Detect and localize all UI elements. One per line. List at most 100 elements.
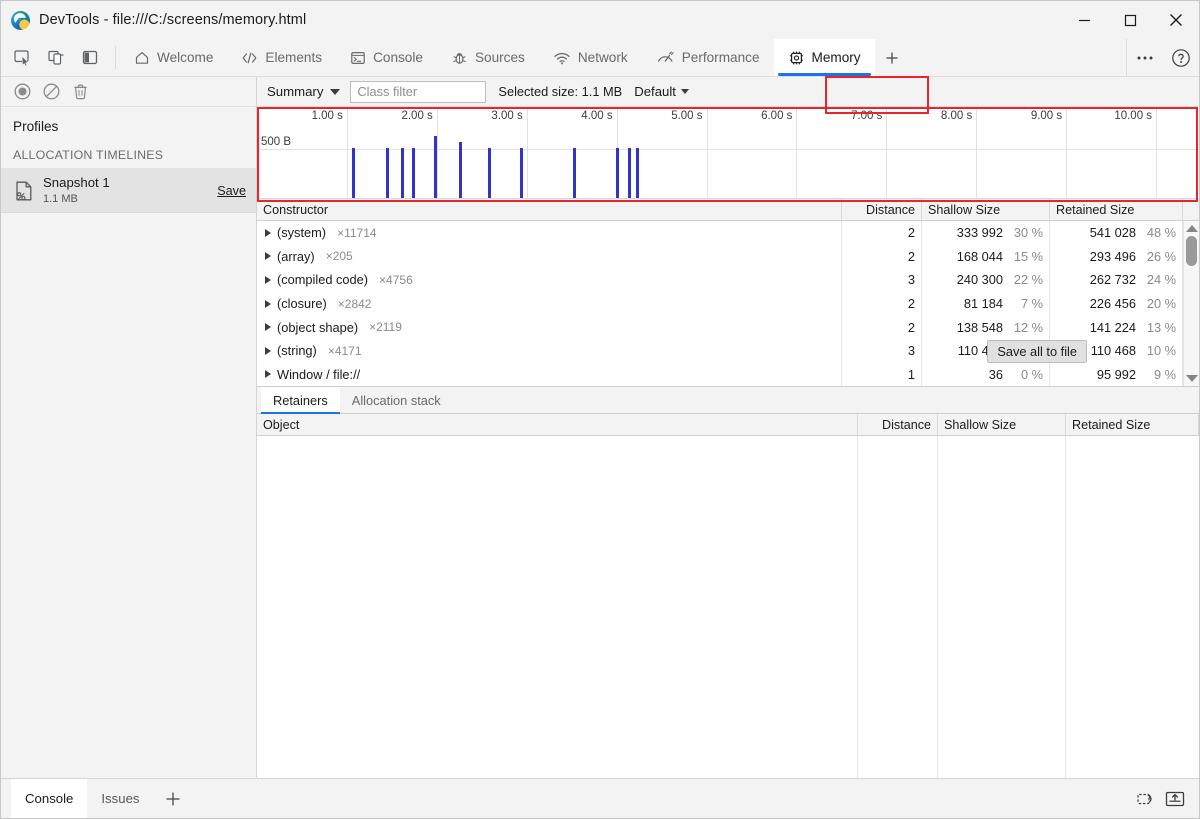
snapshot-percent-icon — [13, 179, 35, 203]
expand-triangle-icon[interactable] — [265, 229, 271, 237]
maximize-icon[interactable] — [1107, 1, 1153, 39]
chart-x-tick-label: 1.00 s — [312, 110, 347, 122]
device-toolbar-icon[interactable] — [41, 44, 71, 72]
cell-retained-size: 293 49626 % — [1050, 245, 1183, 269]
column-header-retainer-shallow-size[interactable]: Shallow Size — [938, 414, 1066, 435]
save-all-to-file-button[interactable]: Save all to file — [987, 340, 1087, 363]
table-row[interactable]: Window / file://1360 %95 9929 % — [257, 363, 1199, 387]
class-filter-input[interactable] — [350, 81, 486, 103]
tab-network[interactable]: Network — [539, 39, 642, 76]
retained-size-percent: 24 % — [1136, 272, 1176, 287]
constructor-name: (compiled code) — [277, 272, 368, 287]
devtools-window: DevTools - file:///C:/screens/memory.htm… — [0, 0, 1200, 819]
cell-retained-size: 141 22413 % — [1050, 315, 1183, 339]
tab-console[interactable]: Console — [336, 39, 437, 76]
retained-size-value: 141 224 — [1074, 320, 1136, 335]
expand-triangle-icon[interactable] — [265, 347, 271, 355]
more-options-icon[interactable] — [1127, 44, 1163, 72]
column-header-retainer-retained-size[interactable]: Retained Size — [1066, 414, 1199, 435]
constructor-name: (closure) — [277, 296, 327, 311]
tab-label: Network — [578, 50, 628, 65]
drawer-tab-console[interactable]: Console — [11, 779, 87, 818]
add-panel-button[interactable] — [875, 39, 909, 76]
constructor-grid-scrollbar[interactable] — [1183, 221, 1199, 386]
shallow-size-value: 138 548 — [941, 320, 1003, 335]
retained-size-percent: 48 % — [1136, 225, 1176, 240]
retainers-grid-body — [257, 436, 1199, 778]
scroll-up-arrow-icon[interactable] — [1186, 225, 1198, 232]
table-row[interactable]: (system)×117142333 99230 %541 02848 % — [257, 221, 1199, 245]
base-select-label: Default — [634, 84, 676, 99]
tab-label: Console — [373, 50, 423, 65]
code-brackets-icon — [241, 50, 258, 66]
chart-y-gridline — [257, 149, 1199, 150]
drawer-tab-issues[interactable]: Issues — [87, 779, 153, 818]
inspect-element-icon[interactable] — [7, 44, 37, 72]
retainers-object-column — [257, 436, 858, 778]
allocation-bar — [386, 148, 389, 198]
profile-texts: Snapshot 1 1.1 MB — [43, 175, 203, 206]
help-question-icon[interactable] — [1163, 44, 1199, 72]
scrollbar-thumb[interactable] — [1186, 236, 1197, 266]
retainers-distance-column — [858, 436, 938, 778]
cell-shallow-size: 360 % — [922, 363, 1050, 387]
cell-distance: 2 — [842, 292, 922, 316]
view-select[interactable]: Summary — [267, 84, 350, 99]
dock-panel-icon[interactable] — [75, 44, 105, 72]
cell-constructor: (string)×4171 — [257, 339, 842, 363]
minimize-icon[interactable] — [1061, 1, 1107, 39]
column-header-object[interactable]: Object — [257, 414, 858, 435]
devtools-tab-strip: Welcome Elements Console Sources — [1, 39, 1199, 77]
tab-allocation-stack[interactable]: Allocation stack — [340, 387, 453, 413]
expand-triangle-icon[interactable] — [265, 276, 271, 284]
close-icon[interactable] — [1153, 1, 1199, 39]
profile-save-link[interactable]: Save — [217, 184, 246, 198]
profile-item-snapshot-1[interactable]: Snapshot 1 1.1 MB Save — [1, 169, 256, 213]
table-row[interactable]: (object shape)×21192138 54812 %141 22413… — [257, 315, 1199, 339]
column-header-shallow-size[interactable]: Shallow Size — [922, 199, 1050, 220]
base-select[interactable]: Default — [634, 84, 689, 99]
refresh-frame-icon[interactable] — [1135, 789, 1157, 809]
constructor-count: ×11714 — [337, 226, 377, 240]
cell-retained-size: 262 73224 % — [1050, 268, 1183, 292]
trash-icon[interactable] — [71, 82, 90, 101]
cell-shallow-size: 240 30022 % — [922, 268, 1050, 292]
cell-retained-size: 541 02848 % — [1050, 221, 1183, 245]
profiles-sidebar: Profiles ALLOCATION TIMELINES Snapshot 1… — [1, 77, 257, 778]
column-header-distance[interactable]: Distance — [842, 199, 922, 220]
table-row[interactable]: (array)×2052168 04415 %293 49626 % — [257, 245, 1199, 269]
table-row[interactable]: (closure)×2842281 1847 %226 45620 % — [257, 292, 1199, 316]
tab-elements[interactable]: Elements — [227, 39, 336, 76]
chart-x-tick-label: 6.00 s — [761, 110, 796, 122]
tab-memory[interactable]: Memory — [774, 39, 875, 76]
table-row[interactable]: (compiled code)×47563240 30022 %262 7322… — [257, 268, 1199, 292]
allocation-timeline-chart[interactable]: 1.00 s2.00 s3.00 s4.00 s5.00 s6.00 s7.00… — [257, 107, 1199, 199]
retained-size-value: 293 496 — [1074, 249, 1136, 264]
record-icon[interactable] — [13, 82, 32, 101]
cell-distance: 2 — [842, 245, 922, 269]
tab-sources[interactable]: Sources — [437, 39, 539, 76]
expand-triangle-icon[interactable] — [265, 370, 271, 378]
tab-retainers[interactable]: Retainers — [261, 387, 340, 413]
title-bar: DevTools - file:///C:/screens/memory.htm… — [1, 1, 1199, 39]
clear-ban-icon[interactable] — [42, 82, 61, 101]
scroll-down-arrow-icon[interactable] — [1186, 375, 1198, 382]
drawer-right-tools — [1135, 779, 1199, 818]
column-header-constructor[interactable]: Constructor — [257, 199, 842, 220]
expand-triangle-icon[interactable] — [265, 252, 271, 260]
tab-performance[interactable]: Performance — [642, 39, 774, 76]
column-header-retained-size[interactable]: Retained Size — [1050, 199, 1183, 220]
memory-chip-icon — [788, 50, 805, 66]
bottom-drawer: Console Issues — [1, 778, 1199, 818]
expand-triangle-icon[interactable] — [265, 323, 271, 331]
retained-size-value: 541 028 — [1074, 225, 1136, 240]
dock-to-bottom-icon[interactable] — [1163, 789, 1187, 809]
toolbar-divider — [115, 46, 116, 69]
column-header-retainer-distance[interactable]: Distance — [858, 414, 938, 435]
expand-triangle-icon[interactable] — [265, 300, 271, 308]
tab-welcome[interactable]: Welcome — [120, 39, 227, 76]
profile-name: Snapshot 1 — [43, 175, 203, 192]
panel-tools — [1, 39, 113, 76]
drawer-add-tab-button[interactable] — [154, 779, 192, 818]
allocation-bar — [412, 148, 415, 198]
